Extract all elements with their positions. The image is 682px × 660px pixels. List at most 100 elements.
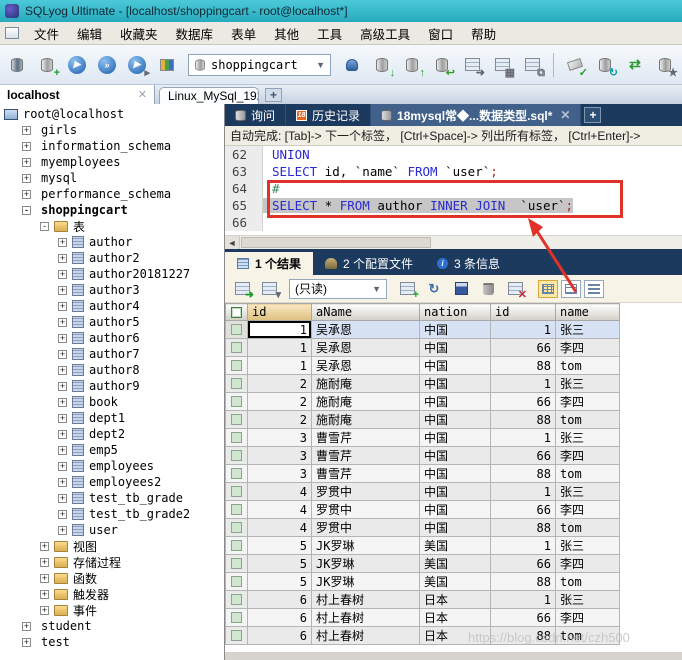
expand-icon[interactable]: + <box>58 446 67 455</box>
execute-query-icon[interactable]: ▶ <box>64 52 90 78</box>
cell[interactable]: tom <box>556 519 620 537</box>
expand-icon[interactable]: + <box>40 558 49 567</box>
connection-manager-icon[interactable] <box>4 52 30 78</box>
tree-item-author6[interactable]: +author6 <box>0 330 224 346</box>
row-checkbox[interactable] <box>226 555 248 573</box>
restore-from-backup-icon[interactable]: ↩ <box>429 52 455 78</box>
cell[interactable]: 曹雪芹 <box>312 465 420 483</box>
collapse-icon[interactable]: - <box>40 222 49 231</box>
tree-item-author5[interactable]: +author5 <box>0 314 224 330</box>
cell[interactable]: 中国 <box>420 429 491 447</box>
cell[interactable]: 1 <box>248 339 312 357</box>
expand-icon[interactable]: + <box>40 542 49 551</box>
row-checkbox[interactable] <box>226 609 248 627</box>
tree-item-test_tb_grade[interactable]: +test_tb_grade <box>0 490 224 506</box>
scheduled-backup-icon[interactable]: ★ <box>652 52 678 78</box>
cell[interactable]: 吴承恩 <box>312 357 420 375</box>
cell[interactable]: 吴承恩 <box>312 321 420 339</box>
cell[interactable]: 6 <box>248 627 312 645</box>
cell[interactable]: 张三 <box>556 375 620 393</box>
expand-icon[interactable]: + <box>22 126 31 135</box>
menu-高级工具[interactable]: 高级工具 <box>351 20 419 47</box>
cell[interactable]: 李四 <box>556 555 620 573</box>
tab-messages[interactable]: i 3 条信息 <box>425 252 512 275</box>
tree-item-employees2[interactable]: +employees2 <box>0 474 224 490</box>
row-checkbox[interactable] <box>226 357 248 375</box>
table-row[interactable]: 6村上春树日本1张三 <box>226 591 620 609</box>
cell[interactable]: 1 <box>248 321 312 339</box>
cell[interactable]: 村上春树 <box>312 609 420 627</box>
column-header-name[interactable]: name <box>556 304 620 321</box>
text-view-button[interactable] <box>584 280 604 298</box>
column-header-id[interactable]: id <box>491 304 556 321</box>
cell[interactable]: 李四 <box>556 609 620 627</box>
cell[interactable]: 6 <box>248 609 312 627</box>
cell[interactable]: 张三 <box>556 429 620 447</box>
cell[interactable]: 罗贯中 <box>312 483 420 501</box>
expand-icon[interactable]: + <box>58 414 67 423</box>
cell[interactable]: 罗贯中 <box>312 519 420 537</box>
duplicate-database-icon[interactable]: ⧉ <box>519 52 545 78</box>
table-row[interactable]: 4罗贯中中国1张三 <box>226 483 620 501</box>
mdi-child-icon[interactable] <box>5 27 19 39</box>
expand-icon[interactable]: + <box>58 350 67 359</box>
cell[interactable]: 美国 <box>420 537 491 555</box>
row-checkbox[interactable] <box>226 465 248 483</box>
expand-icon[interactable]: + <box>22 142 31 151</box>
table-row[interactable]: 1吴承恩中国1张三 <box>226 321 620 339</box>
copy-table-to-database-icon[interactable]: ➜ <box>459 52 485 78</box>
cell[interactable]: 中国 <box>420 357 491 375</box>
cell[interactable]: tom <box>556 573 620 591</box>
tree-item-触发器[interactable]: +触发器 <box>0 586 224 602</box>
cell[interactable]: 88 <box>491 357 556 375</box>
cell[interactable]: tom <box>556 357 620 375</box>
collapse-icon[interactable]: - <box>22 206 31 215</box>
column-header-id[interactable]: id <box>248 304 312 321</box>
cell[interactable]: 李四 <box>556 447 620 465</box>
close-icon[interactable]: ✕ <box>138 88 147 101</box>
editor-line-62[interactable]: 62UNION <box>225 146 682 163</box>
tree-item-myemployees[interactable]: +myemployees <box>0 154 224 170</box>
data-compare-icon[interactable]: ⇄ <box>622 52 648 78</box>
cell[interactable]: 美国 <box>420 555 491 573</box>
column-header-nation[interactable]: nation <box>420 304 491 321</box>
cell[interactable]: 中国 <box>420 321 491 339</box>
add-new-row-icon[interactable]: + <box>395 278 419 300</box>
tree-item-author2[interactable]: +author2 <box>0 250 224 266</box>
tab-query[interactable]: 询问 <box>225 104 286 126</box>
row-checkbox[interactable] <box>226 447 248 465</box>
table-row[interactable]: 3曹雪芹中国1张三 <box>226 429 620 447</box>
expand-icon[interactable]: + <box>22 174 31 183</box>
tree-item-user[interactable]: +user <box>0 522 224 538</box>
schema-designer-icon[interactable] <box>154 52 180 78</box>
table-row[interactable]: 3曹雪芹中国66李四 <box>226 447 620 465</box>
cell[interactable]: 1 <box>491 537 556 555</box>
expand-icon[interactable]: + <box>22 158 31 167</box>
table-row[interactable]: 4罗贯中中国66李四 <box>226 501 620 519</box>
tree-item-book[interactable]: +book <box>0 394 224 410</box>
menu-表单[interactable]: 表单 <box>222 20 265 47</box>
cell[interactable]: 曹雪芹 <box>312 429 420 447</box>
result-grid[interactable]: idaNamenationidname1吴承恩中国1张三1吴承恩中国66李四1吴… <box>225 303 620 645</box>
row-checkbox[interactable] <box>226 537 248 555</box>
tree-item-author9[interactable]: +author9 <box>0 378 224 394</box>
expand-icon[interactable]: + <box>58 302 67 311</box>
table-row[interactable]: 2施耐庵中国88tom <box>226 411 620 429</box>
table-row[interactable]: 4罗贯中中国88tom <box>226 519 620 537</box>
tree-item-author8[interactable]: +author8 <box>0 362 224 378</box>
close-icon[interactable]: ✕ <box>560 108 570 122</box>
cell[interactable]: 88 <box>491 573 556 591</box>
export-resultset-icon[interactable]: ➜ <box>230 278 254 300</box>
cell[interactable]: 88 <box>491 465 556 483</box>
tree-item-root@localhost[interactable]: root@localhost <box>0 106 224 122</box>
cell[interactable]: 张三 <box>556 537 620 555</box>
row-checkbox[interactable] <box>226 411 248 429</box>
menu-文件[interactable]: 文件 <box>25 20 68 47</box>
cell[interactable]: 1 <box>491 375 556 393</box>
scroll-left-arrow[interactable]: ◄ <box>225 236 240 249</box>
import-external-data-icon[interactable]: ↓ <box>369 52 395 78</box>
save-changes-icon[interactable] <box>449 278 473 300</box>
cell[interactable]: 中国 <box>420 465 491 483</box>
expand-icon[interactable]: + <box>58 510 67 519</box>
table-row[interactable]: 5JK罗琳美国88tom <box>226 573 620 591</box>
